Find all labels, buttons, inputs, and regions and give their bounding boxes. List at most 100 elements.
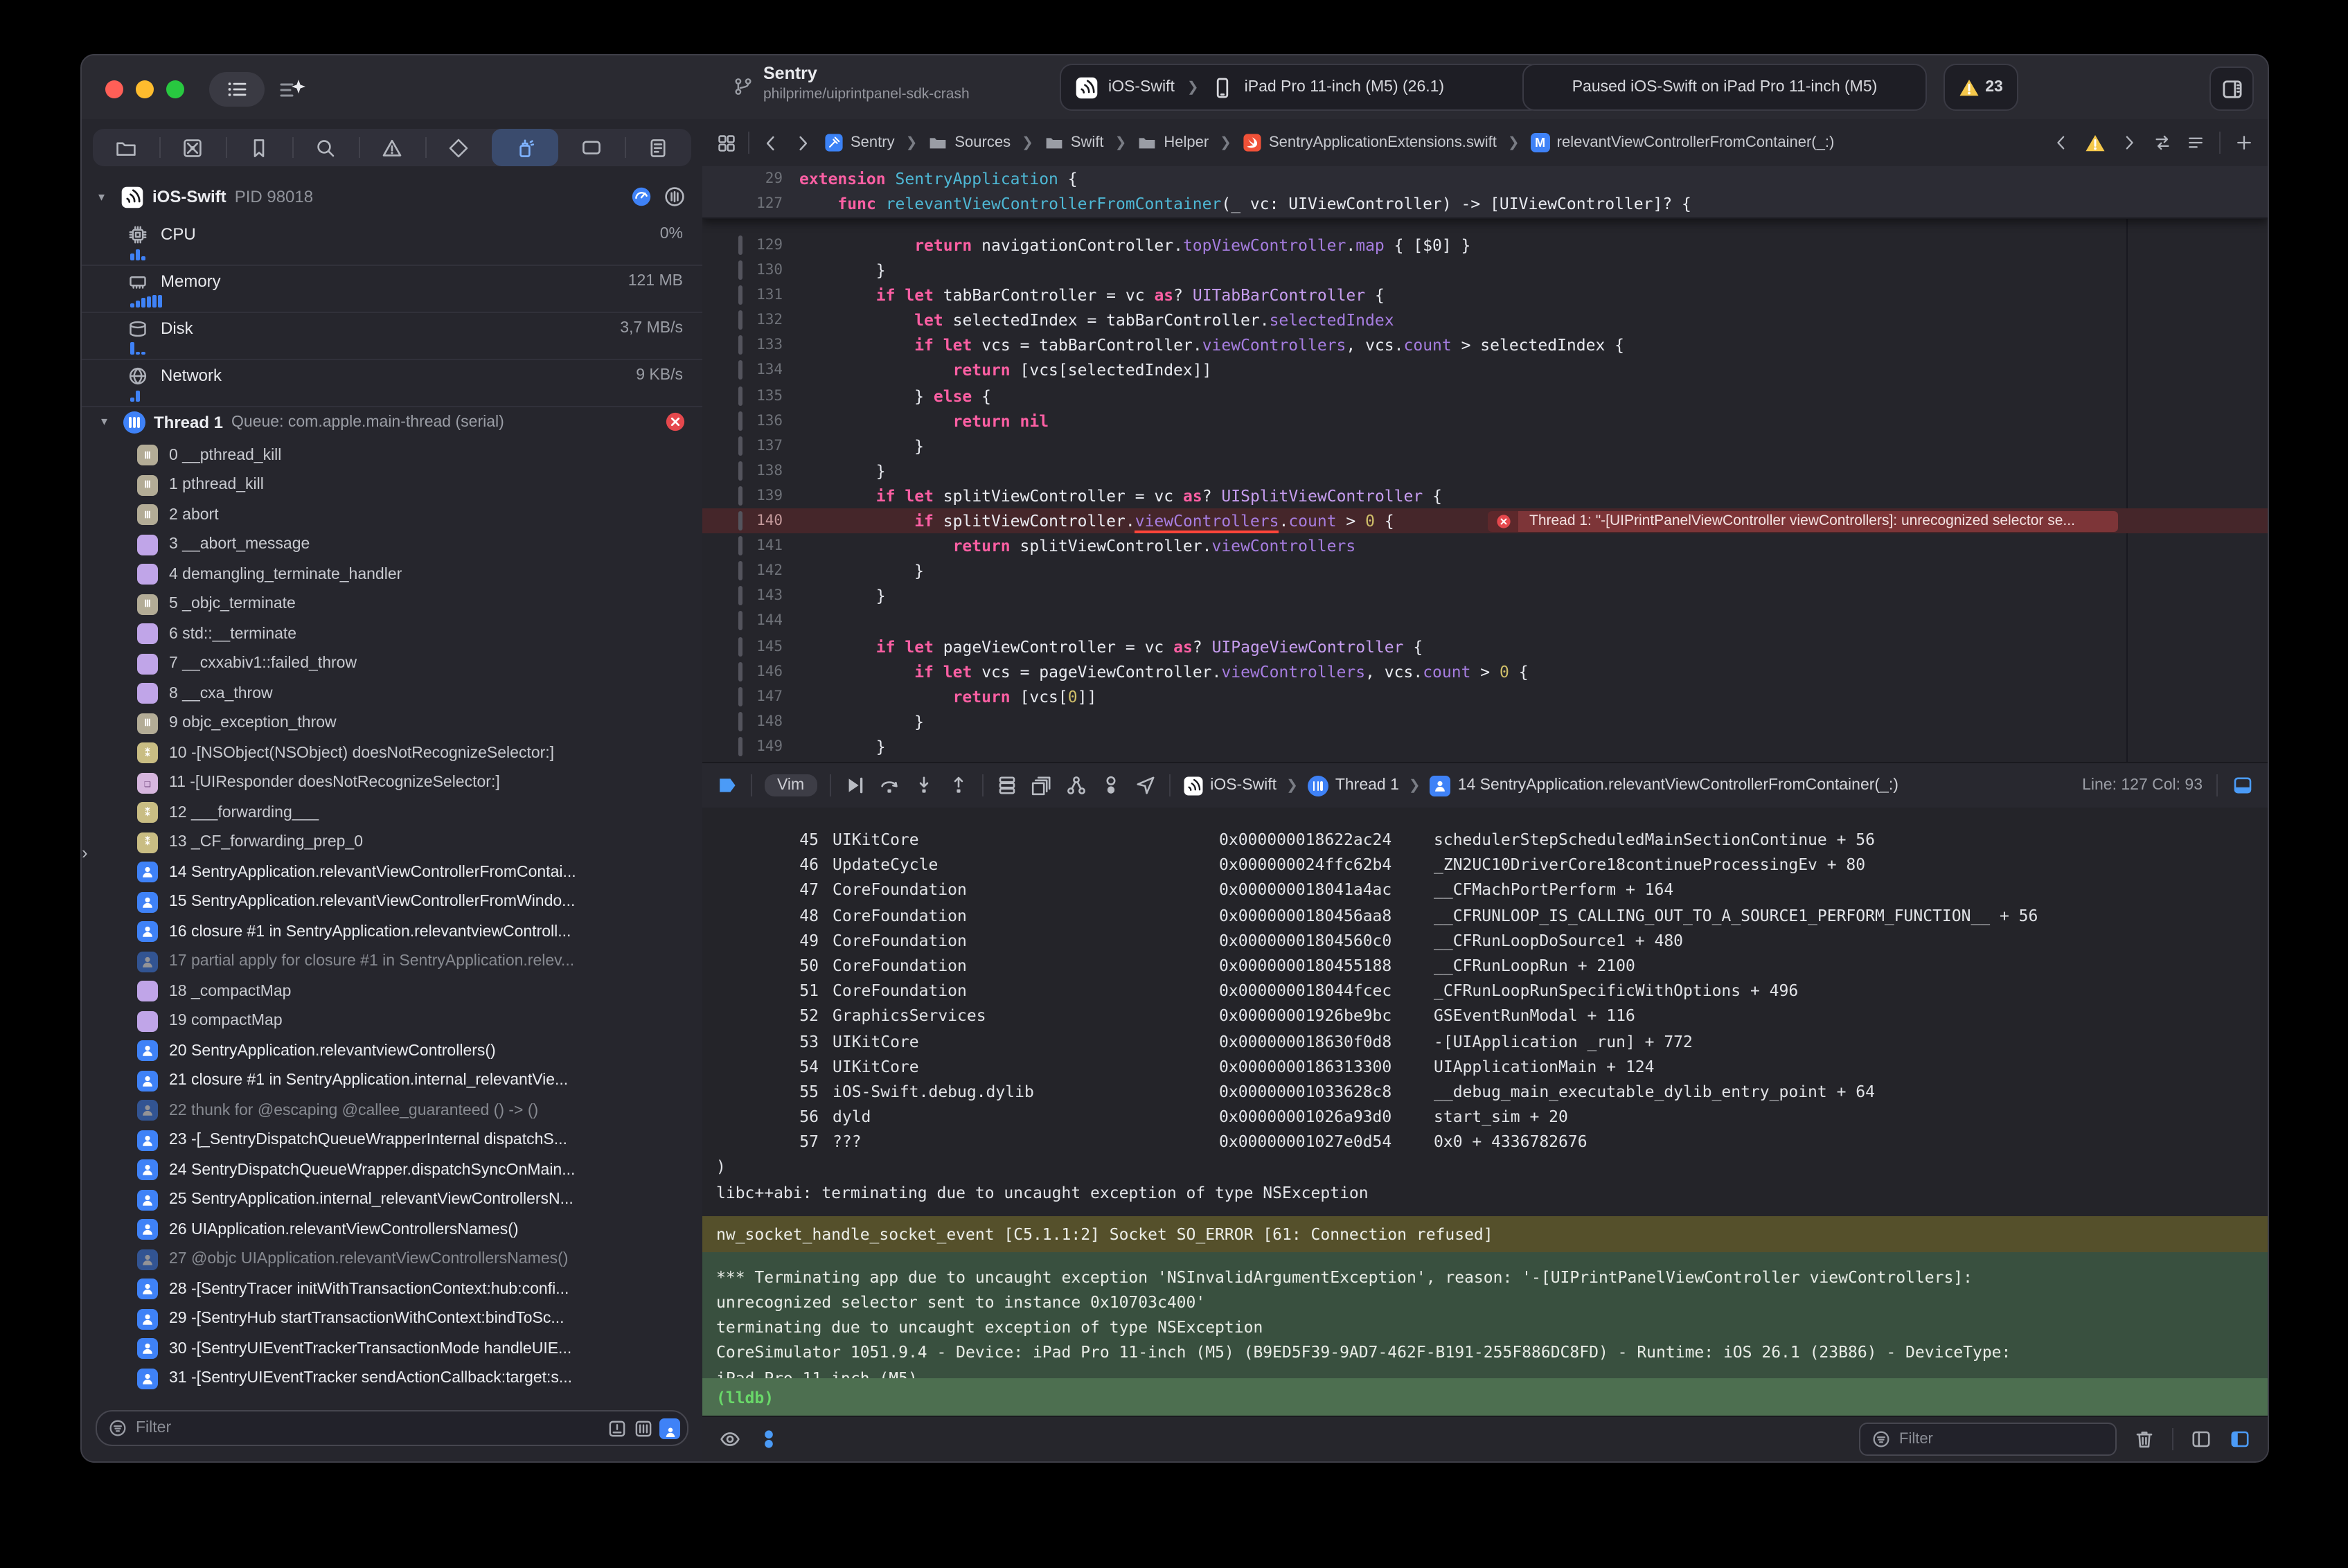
navigator-filter-field[interactable]: Filter	[96, 1410, 688, 1446]
step-out-button[interactable]	[947, 774, 969, 796]
process-row[interactable]: ▾ iOS-Swift PID 98018	[82, 177, 702, 216]
adjust-editor-icon[interactable]	[2186, 133, 2205, 152]
breadcrumb-item[interactable]: Sources	[928, 133, 1011, 152]
stack-frame-19[interactable]: 19 compactMap	[82, 1006, 702, 1036]
toggle-navigator-button[interactable]	[209, 72, 265, 107]
stack-frame-23[interactable]: 23 -[_SentryDispatchQueueWrapperInternal…	[82, 1125, 702, 1155]
error-annotation[interactable]: Thread 1: "-[UIPrintPanelViewController …	[1488, 510, 2118, 531]
memory-graph-button[interactable]	[1030, 774, 1052, 796]
step-into-button[interactable]	[912, 774, 934, 796]
stack-frame-24[interactable]: 24 SentryDispatchQueueWrapper.dispatchSy…	[82, 1155, 702, 1185]
stack-frame-5[interactable]: Ⅲ5 _objc_terminate	[82, 589, 702, 619]
stack-frame-6[interactable]: 6 std::__terminate	[82, 619, 702, 649]
navigator-tab-find[interactable]	[292, 129, 359, 166]
stack-frame-10[interactable]: ⁑10 -[NSObject(NSObject) doesNotRecogniz…	[82, 738, 702, 768]
stack-frame-22[interactable]: 22 thunk for @escaping @callee_guarantee…	[82, 1096, 702, 1125]
stack-frame-11[interactable]: ❏11 -[UIResponder doesNotRecognizeSelect…	[82, 768, 702, 798]
stack-frame-9[interactable]: Ⅲ9 objc_exception_throw	[82, 709, 702, 738]
stack-frame-13[interactable]: ⁑13 _CF_forwarding_prep_0	[82, 828, 702, 857]
toggle-inspector-button[interactable]	[2209, 66, 2254, 111]
stack-frame-8[interactable]: 8 __cxa_throw	[82, 679, 702, 709]
navigator-tab-breakpoints[interactable]	[558, 129, 625, 166]
view-hierarchy-button[interactable]	[995, 774, 1017, 796]
prev-issue-button[interactable]	[2052, 133, 2071, 152]
stack-frame-0[interactable]: Ⅲ0 __pthread_kill	[82, 440, 702, 470]
stack-frame-28[interactable]: 28 -[SentryTracer initWithTransactionCon…	[82, 1274, 702, 1304]
code-review-icon[interactable]	[2153, 133, 2172, 152]
navigator-tab-tests[interactable]	[425, 129, 492, 166]
breadcrumb-item[interactable]: Swift	[1044, 133, 1104, 152]
stack-frame-12[interactable]: ⁑12 ___forwarding___	[82, 798, 702, 828]
profile-icon[interactable]	[664, 186, 686, 208]
source-editor[interactable]: 29extension SentryApplication {127 func …	[702, 166, 2268, 762]
disclosure-icon[interactable]: ▾	[98, 189, 112, 204]
stack-frame-25[interactable]: 25 SentryApplication.internal_relevantVi…	[82, 1185, 702, 1215]
navigator-tab-debug[interactable]	[492, 129, 558, 166]
continue-button[interactable]	[843, 774, 865, 796]
stack-frame-1[interactable]: Ⅲ1 pthread_kill	[82, 470, 702, 500]
warning-badge[interactable]: 23	[1944, 64, 2018, 111]
code-line-132[interactable]: 132 let selectedIndex = tabBarController…	[702, 308, 2268, 333]
clear-console-button[interactable]	[2133, 1428, 2155, 1450]
forward-button[interactable]	[792, 132, 813, 153]
minimize-window-button[interactable]	[136, 80, 154, 98]
code-line-138[interactable]: 138 }	[702, 458, 2268, 483]
edge-chevron-icon[interactable]: ›	[82, 842, 88, 863]
code-line-133[interactable]: 133 if let vcs = tabBarController.viewCo…	[702, 333, 2268, 358]
stack-frame-21[interactable]: 21 closure #1 in SentryApplication.inter…	[82, 1066, 702, 1096]
code-line-139[interactable]: 139 if let splitViewController = vc as? …	[702, 483, 2268, 508]
debug-area-toggle-icon[interactable]	[2232, 774, 2254, 796]
debug-graph-button[interactable]	[1065, 774, 1087, 796]
code-line-147[interactable]: 147 return [vcs[0]]	[702, 684, 2268, 709]
run-destination[interactable]: iPad Pro 11-inch (M5) (26.1)	[1245, 79, 1444, 96]
gauge-disk[interactable]: Disk3,7 MB/s	[82, 313, 702, 360]
scheme-selector[interactable]: iOS-Swift ❯ iPad Pro 11-inch (M5) (26.1)	[1060, 64, 1542, 111]
stack-frame-3[interactable]: 3 __abort_message	[82, 530, 702, 560]
show-crashed-only-button[interactable]	[607, 1418, 628, 1438]
code-line-146[interactable]: 146 if let vcs = pageViewController.view…	[702, 659, 2268, 684]
scheme-name[interactable]: iOS-Swift	[1108, 79, 1175, 96]
code-line-145[interactable]: 145 if let pageViewController = vc as? U…	[702, 634, 2268, 659]
intelligence-button[interactable]	[277, 75, 308, 105]
vim-mode-badge[interactable]: Vim	[765, 774, 817, 796]
add-editor-button[interactable]	[2234, 133, 2254, 152]
close-window-button[interactable]	[105, 80, 123, 98]
gauge-cpu[interactable]: CPU0%	[82, 219, 702, 266]
code-line-136[interactable]: 136 return nil	[702, 408, 2268, 433]
stack-frame-30[interactable]: 30 -[SentryUIEventTrackerTransactionMode…	[82, 1334, 702, 1364]
breadcrumb-item[interactable]: SentryApplicationExtensions.swift	[1243, 133, 1497, 152]
gauge-memory[interactable]: Memory121 MB	[82, 266, 702, 313]
gauge-network[interactable]: Network9 KB/s	[82, 360, 702, 407]
debug-process-crumb[interactable]: iOS-Swift❯ Thread 1❯ 14 SentryApplicatio…	[1182, 775, 1898, 796]
breakpoints-toggle-icon[interactable]	[716, 774, 738, 796]
stack-frame-2[interactable]: Ⅲ2 abort	[82, 500, 702, 530]
console-source-icon[interactable]	[758, 1428, 780, 1450]
code-line-131[interactable]: 131 if let tabBarController = vc as? UIT…	[702, 283, 2268, 308]
console-filter-field[interactable]: Filter	[1859, 1423, 2117, 1456]
code-line-127[interactable]: 127 func relevantViewControllerFromConta…	[702, 191, 2268, 216]
stack-frame-14[interactable]: 14 SentryApplication.relevantViewControl…	[82, 857, 702, 887]
debug-console[interactable]: 45UIKitCore0x000000018622ac24schedulerSt…	[702, 808, 2268, 1417]
stack-frame-27[interactable]: 27 @objc UIApplication.relevantViewContr…	[82, 1245, 702, 1274]
code-line-134[interactable]: 134 return [vcs[selectedIndex]]	[702, 358, 2268, 383]
navigator-tab-project[interactable]	[93, 129, 159, 166]
code-lines[interactable]: 129 return navigationController.topViewC…	[702, 233, 2268, 759]
code-line-130[interactable]: 130 }	[702, 258, 2268, 283]
stack-frame-15[interactable]: 15 SentryApplication.relevantViewControl…	[82, 887, 702, 917]
next-issue-button[interactable]	[2119, 133, 2139, 152]
variables-view-toggle[interactable]	[2190, 1428, 2212, 1450]
simulate-location-button[interactable]	[1134, 774, 1156, 796]
step-over-button[interactable]	[878, 774, 900, 796]
stack-frame-18[interactable]: 18 _compactMap	[82, 977, 702, 1006]
code-line-141[interactable]: 141 return splitViewController.viewContr…	[702, 533, 2268, 558]
code-line-137[interactable]: 137 }	[702, 434, 2268, 458]
show-user-frames-button[interactable]	[659, 1418, 680, 1438]
code-line-143[interactable]: 143 }	[702, 584, 2268, 609]
stack-frame-16[interactable]: 16 closure #1 in SentryApplication.relev…	[82, 917, 702, 947]
breadcrumb-item[interactable]: Helper	[1137, 133, 1209, 152]
breadcrumb-item[interactable]: Sentry	[824, 133, 895, 152]
lldb-prompt[interactable]: (lldb)	[702, 1378, 2268, 1417]
issue-warning-icon[interactable]	[2085, 132, 2106, 153]
code-line-29[interactable]: 29extension SentryApplication {	[702, 166, 2268, 191]
navigator-tab-bookmarks[interactable]	[226, 129, 292, 166]
